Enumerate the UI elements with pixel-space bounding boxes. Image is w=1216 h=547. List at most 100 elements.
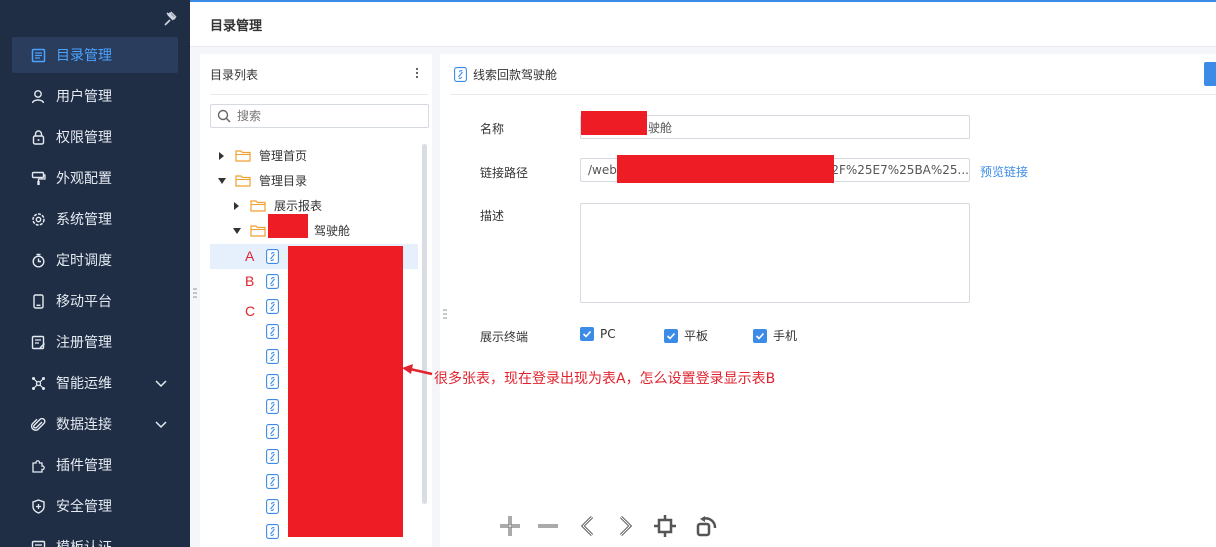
zoom-in-icon bbox=[500, 516, 520, 536]
paperclip-icon bbox=[30, 416, 46, 432]
caret-down-icon[interactable] bbox=[217, 176, 227, 186]
user-icon bbox=[30, 88, 46, 104]
report-link-icon bbox=[266, 349, 279, 364]
zoom-out-button[interactable] bbox=[535, 513, 561, 539]
annotation-arrow-icon bbox=[402, 364, 433, 376]
sidebar-item-plugins[interactable]: 插件管理 bbox=[12, 447, 178, 483]
report-link-icon bbox=[266, 399, 279, 414]
report-link-icon bbox=[266, 374, 279, 389]
caret-down-icon[interactable] bbox=[232, 226, 242, 236]
sidebar-item-security[interactable]: 安全管理 bbox=[12, 488, 178, 524]
shield-icon bbox=[30, 498, 46, 514]
fit-screen-icon bbox=[654, 515, 676, 537]
annotation-marker-b: B bbox=[245, 273, 255, 289]
tree-node-label: 管理目录 bbox=[259, 174, 308, 188]
page-title: 目录管理 bbox=[210, 19, 263, 34]
sidebar-item-catalog[interactable]: 目录管理 bbox=[12, 37, 178, 73]
report-link-icon bbox=[266, 424, 279, 439]
register-icon bbox=[30, 334, 46, 350]
checkbox-checked-icon bbox=[753, 328, 767, 343]
folder-icon bbox=[235, 150, 251, 162]
terminal-tablet-checkbox[interactable]: 平板 bbox=[664, 327, 708, 344]
report-link-icon bbox=[454, 67, 467, 82]
rotate-button[interactable] bbox=[693, 513, 719, 539]
checkbox-checked-icon bbox=[580, 327, 594, 341]
detail-title: 线索回款驾驶舱 bbox=[473, 68, 558, 82]
timer-icon bbox=[30, 252, 46, 268]
preview-link[interactable]: 预览链接 bbox=[980, 163, 1028, 180]
tree-node-label: 驾驶舱 bbox=[314, 224, 351, 238]
annotation-marker-c: C bbox=[245, 303, 256, 319]
report-link-icon bbox=[266, 324, 279, 339]
top-bar: 目录管理 bbox=[190, 0, 1216, 47]
mobile-icon bbox=[30, 293, 46, 309]
terminal-pc-checkbox[interactable]: PC bbox=[580, 327, 616, 341]
sidebar-item-label: 模板认证 bbox=[56, 537, 178, 547]
previous-button[interactable] bbox=[575, 513, 601, 539]
sidebar-item-label: 定时调度 bbox=[56, 253, 112, 269]
fit-screen-button[interactable] bbox=[652, 513, 678, 539]
checkbox-label: 平板 bbox=[684, 329, 709, 343]
redaction-block bbox=[617, 155, 834, 183]
terminal-phone-checkbox[interactable]: 手机 bbox=[753, 327, 797, 344]
sidebar-item-schedule[interactable]: 定时调度 bbox=[12, 242, 178, 278]
sidebar-item-ops[interactable]: 智能运维 bbox=[12, 365, 178, 401]
tree-node[interactable]: 管理目录 bbox=[217, 168, 307, 193]
catalog-icon bbox=[30, 47, 46, 63]
splitter-grip-icon[interactable] bbox=[443, 309, 447, 321]
report-link-icon bbox=[266, 499, 279, 514]
sidebar-item-mobile[interactable]: 移动平台 bbox=[12, 283, 178, 319]
annotation-text: 很多张表，现在登录出现为表A，怎么设置登录显示表B bbox=[434, 371, 776, 387]
tree-node-label: 展示报表 bbox=[274, 199, 323, 213]
sidebar-item-system[interactable]: 系统管理 bbox=[12, 201, 178, 237]
paint-brush-icon bbox=[30, 170, 46, 186]
tree-scrollbar[interactable] bbox=[422, 144, 427, 504]
sidebar-item-label: 插件管理 bbox=[56, 458, 112, 474]
search-input[interactable] bbox=[237, 109, 417, 123]
prev-icon bbox=[580, 515, 594, 537]
sidebar-item-template-auth[interactable]: 模板认证 bbox=[12, 529, 178, 547]
caret-right-icon[interactable] bbox=[232, 201, 242, 211]
chevron-down-icon bbox=[155, 421, 167, 429]
terminal-label: 展示终端 bbox=[480, 330, 529, 344]
next-icon bbox=[619, 515, 633, 537]
report-link-icon bbox=[266, 249, 279, 264]
checkbox-checked-icon bbox=[664, 328, 678, 343]
caret-right-icon[interactable] bbox=[217, 151, 227, 161]
description-label: 描述 bbox=[480, 209, 505, 223]
folder-open-icon bbox=[250, 225, 266, 237]
redaction-block bbox=[288, 246, 403, 537]
sidebar-item-label: 安全管理 bbox=[56, 499, 112, 515]
next-button[interactable] bbox=[612, 513, 638, 539]
lock-icon bbox=[30, 129, 46, 145]
sidebar-item-data-connection[interactable]: 数据连接 bbox=[12, 406, 178, 442]
report-link-icon bbox=[266, 299, 279, 314]
tree-node-label: 管理首页 bbox=[259, 149, 308, 163]
redaction-block bbox=[268, 214, 308, 238]
sidebar-item-users[interactable]: 用户管理 bbox=[12, 78, 178, 114]
sidebar-item-label: 用户管理 bbox=[56, 89, 112, 105]
checkbox-label: 手机 bbox=[773, 329, 798, 343]
report-link-icon bbox=[266, 474, 279, 489]
chevron-down-icon bbox=[155, 380, 167, 388]
directory-title: 目录列表 bbox=[210, 68, 259, 82]
annotation-marker-a: A bbox=[245, 248, 255, 264]
name-label: 名称 bbox=[480, 122, 505, 136]
sidebar-item-register[interactable]: 注册管理 bbox=[12, 324, 178, 360]
unpin-icon[interactable] bbox=[163, 11, 179, 27]
folder-icon bbox=[250, 200, 266, 212]
sidebar: 目录管理 用户管理 权限管理 外观配置 系统管理 定时调度 移动平台 注册管理 … bbox=[0, 0, 190, 547]
search-icon bbox=[217, 109, 231, 123]
tree-node[interactable]: 管理首页 bbox=[217, 143, 307, 168]
zoom-in-button[interactable] bbox=[497, 513, 523, 539]
detail-header: 线索回款驾驶舱 bbox=[454, 66, 557, 83]
panel-edge-button[interactable] bbox=[1204, 62, 1216, 86]
description-textarea[interactable] bbox=[580, 203, 970, 303]
search-box[interactable] bbox=[210, 104, 429, 128]
splitter-grip-icon[interactable] bbox=[193, 288, 197, 300]
template-icon bbox=[30, 539, 46, 547]
puzzle-icon bbox=[30, 457, 46, 473]
sidebar-item-appearance[interactable]: 外观配置 bbox=[12, 160, 178, 196]
sidebar-item-permissions[interactable]: 权限管理 bbox=[12, 119, 178, 155]
more-vertical-icon[interactable] bbox=[412, 66, 422, 80]
